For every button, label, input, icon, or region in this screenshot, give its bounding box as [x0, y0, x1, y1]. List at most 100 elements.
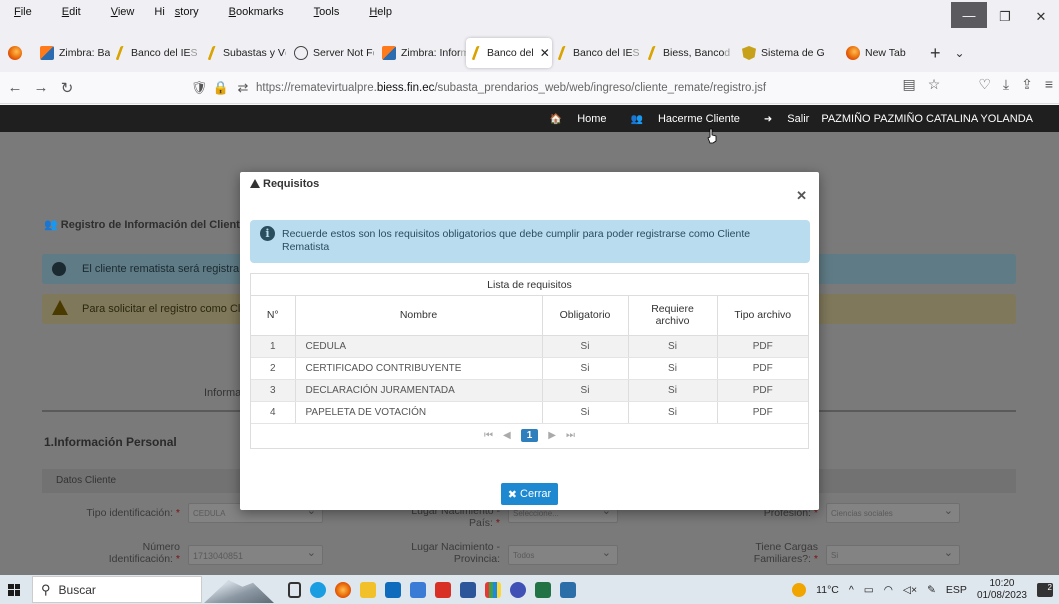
info-icon [294, 46, 308, 60]
table-cell: PDF [717, 357, 808, 380]
language-indicator[interactable]: ESP [946, 584, 967, 596]
security-app-icon[interactable] [510, 581, 526, 598]
reader-view-icon[interactable]: ▤ [903, 76, 916, 93]
numero-identificacion-input[interactable]: 1713040851 [188, 545, 323, 565]
lock-icon[interactable]: 🔒 [212, 80, 230, 96]
table-pagination: ⏮ ◀ 1 ▶ ⏭ [251, 424, 808, 448]
table-header-row: N° Nombre Obligatorio Requiere archivo T… [251, 296, 808, 336]
tray-chevron-icon[interactable]: ^ [849, 584, 854, 596]
menu-bar: File Edit View Hi story Bookmarks Tools Help [0, 0, 1059, 34]
browser-tab[interactable]: Zimbra: Infor m [374, 38, 466, 68]
browser-tab[interactable]: Server Not Fo [286, 38, 374, 68]
notifications-icon[interactable]: 2 [1037, 582, 1053, 597]
acrobat-icon[interactable] [435, 581, 451, 598]
excel-icon[interactable] [535, 581, 551, 598]
app-menu-icon[interactable]: ≡ [1045, 76, 1053, 93]
reload-icon[interactable]: ↻ [56, 79, 78, 97]
windows-start-icon[interactable] [0, 583, 28, 596]
table-row: 1 CEDULA Si Si PDF [251, 335, 808, 358]
minimize-icon[interactable]: — [951, 2, 987, 28]
browser-tab[interactable]: New Tab [838, 38, 908, 68]
warning-icon [52, 300, 68, 315]
taskbar-clock[interactable]: 10:20 01/08/2023 [977, 578, 1027, 602]
browser-tab[interactable]: Sistema de G [734, 38, 838, 68]
menu-item[interactable]: Tools [304, 6, 350, 18]
system-tray: 11°C ^ ▭ ◠ ◁× ✎ ESP 10:20 01/08/2023 2 [792, 575, 1059, 604]
table-row: 2 CERTIFICADO CONTRIBUYENTE Si Si PDF [251, 357, 808, 380]
last-page-icon[interactable]: ⏭ [566, 430, 575, 441]
nav-register-link[interactable]: 👥 Hacerme Cliente [619, 113, 740, 125]
form-tab-informacion[interactable]: Informa [204, 387, 241, 399]
browser-tab[interactable]: Biess, Banco d [642, 38, 734, 68]
pocket-icon[interactable]: ♡ [978, 76, 991, 93]
task-view-icon[interactable] [288, 581, 301, 598]
edge-icon[interactable] [310, 581, 326, 598]
browser-tab[interactable]: Banco del IE S [552, 38, 642, 68]
home-icon: 🏠 [549, 113, 563, 125]
firefox-icon[interactable] [8, 46, 22, 60]
winrar-icon[interactable] [485, 581, 501, 598]
table-caption: Lista de requisitos [251, 274, 808, 296]
bookmark-star-icon[interactable]: ☆ [928, 76, 941, 93]
nav-logout-link[interactable]: ➜ Salir [752, 113, 809, 125]
share-icon[interactable]: ⇪ [1021, 76, 1033, 93]
firefox-icon [846, 46, 860, 60]
nav-home-link[interactable]: 🏠 Home [538, 113, 607, 125]
network-icon[interactable]: ▭ [864, 584, 874, 596]
menu-item[interactable]: Edit [52, 6, 91, 18]
next-page-icon[interactable]: ▶ [548, 430, 556, 441]
word-icon[interactable] [460, 581, 476, 598]
form-title: 👥 Registro de Información del Cliente R [44, 219, 257, 231]
tracking-protection-icon[interactable]: 🛡 [190, 80, 208, 96]
list-tabs-icon[interactable]: ⌄ [955, 46, 965, 60]
permissions-icon[interactable]: ⇄ [234, 80, 252, 96]
firefox-taskbar-icon[interactable] [335, 581, 351, 598]
info-icon: i [260, 226, 275, 241]
menu-item[interactable]: Help [359, 6, 402, 18]
calendar-icon[interactable] [410, 581, 426, 598]
new-tab-icon[interactable]: + [930, 43, 941, 64]
prev-page-icon[interactable]: ◀ [503, 430, 511, 441]
taskbar-search[interactable]: ⚲ Buscar [32, 576, 202, 603]
biess-icon [207, 46, 221, 60]
pen-icon[interactable]: ✎ [927, 584, 936, 596]
back-icon[interactable]: ← [4, 79, 26, 96]
navigation-bar: ← → ↻ 🛡 🔒 ⇄ https://rematevirtualpre.bie… [0, 72, 1059, 104]
mail-icon[interactable] [385, 581, 401, 598]
table-cell: Si [628, 335, 718, 358]
close-window-icon[interactable]: ✕ [1023, 0, 1059, 34]
forward-icon[interactable]: → [30, 79, 52, 96]
wifi-icon[interactable]: ◠ [884, 584, 893, 596]
browser-tab[interactable]: Subastas y Ve [202, 38, 286, 68]
col-header-requiere-archivo: Requiere archivo [628, 296, 718, 336]
table-cell: Si [542, 335, 629, 358]
address-bar[interactable]: 🛡 🔒 ⇄ https://rematevirtualpre.biess.fin… [190, 76, 980, 100]
tab-strip: Zimbra: BandBanco del IESSubastas y VeSe… [0, 34, 1059, 72]
menu-item[interactable]: Hi story [154, 6, 208, 18]
profesion-select[interactable]: Ciencias sociales [826, 503, 960, 523]
browser-tab[interactable]: Banco del ✕ [466, 38, 552, 68]
cargas-familiares-label: Tiene Cargas Familiares?: * [753, 541, 818, 565]
maximize-icon[interactable]: ❐ [987, 0, 1023, 34]
browser-tab[interactable]: Banco del IE S [110, 38, 202, 68]
file-explorer-icon[interactable] [360, 581, 376, 598]
table-cell: 4 [251, 401, 296, 424]
browser-tab[interactable]: Zimbra: Band [32, 38, 110, 68]
first-page-icon[interactable]: ⏮ [484, 430, 493, 441]
cargas-familiares-select[interactable]: Si [826, 545, 960, 565]
remote-app-icon[interactable] [560, 581, 576, 598]
cerrar-button[interactable]: ✖ Cerrar [501, 483, 558, 505]
menu-item[interactable]: File [4, 6, 42, 18]
modal-close-icon[interactable]: ✕ [796, 188, 807, 204]
lugar-provincia-select[interactable]: Todos [508, 545, 618, 565]
menu-item[interactable]: View [101, 6, 145, 18]
table-cell: Si [628, 401, 718, 424]
weather-temp[interactable]: 11°C [816, 584, 839, 596]
table-cell: PDF [717, 335, 808, 358]
volume-icon[interactable]: ◁× [903, 584, 917, 596]
table-cell: Si [628, 379, 718, 402]
menu-item[interactable]: Bookmarks [219, 6, 294, 18]
downloads-icon[interactable]: ⤓ [1003, 76, 1009, 93]
page-1-button[interactable]: 1 [520, 429, 539, 442]
close-tab-icon[interactable]: ✕ [540, 46, 550, 60]
